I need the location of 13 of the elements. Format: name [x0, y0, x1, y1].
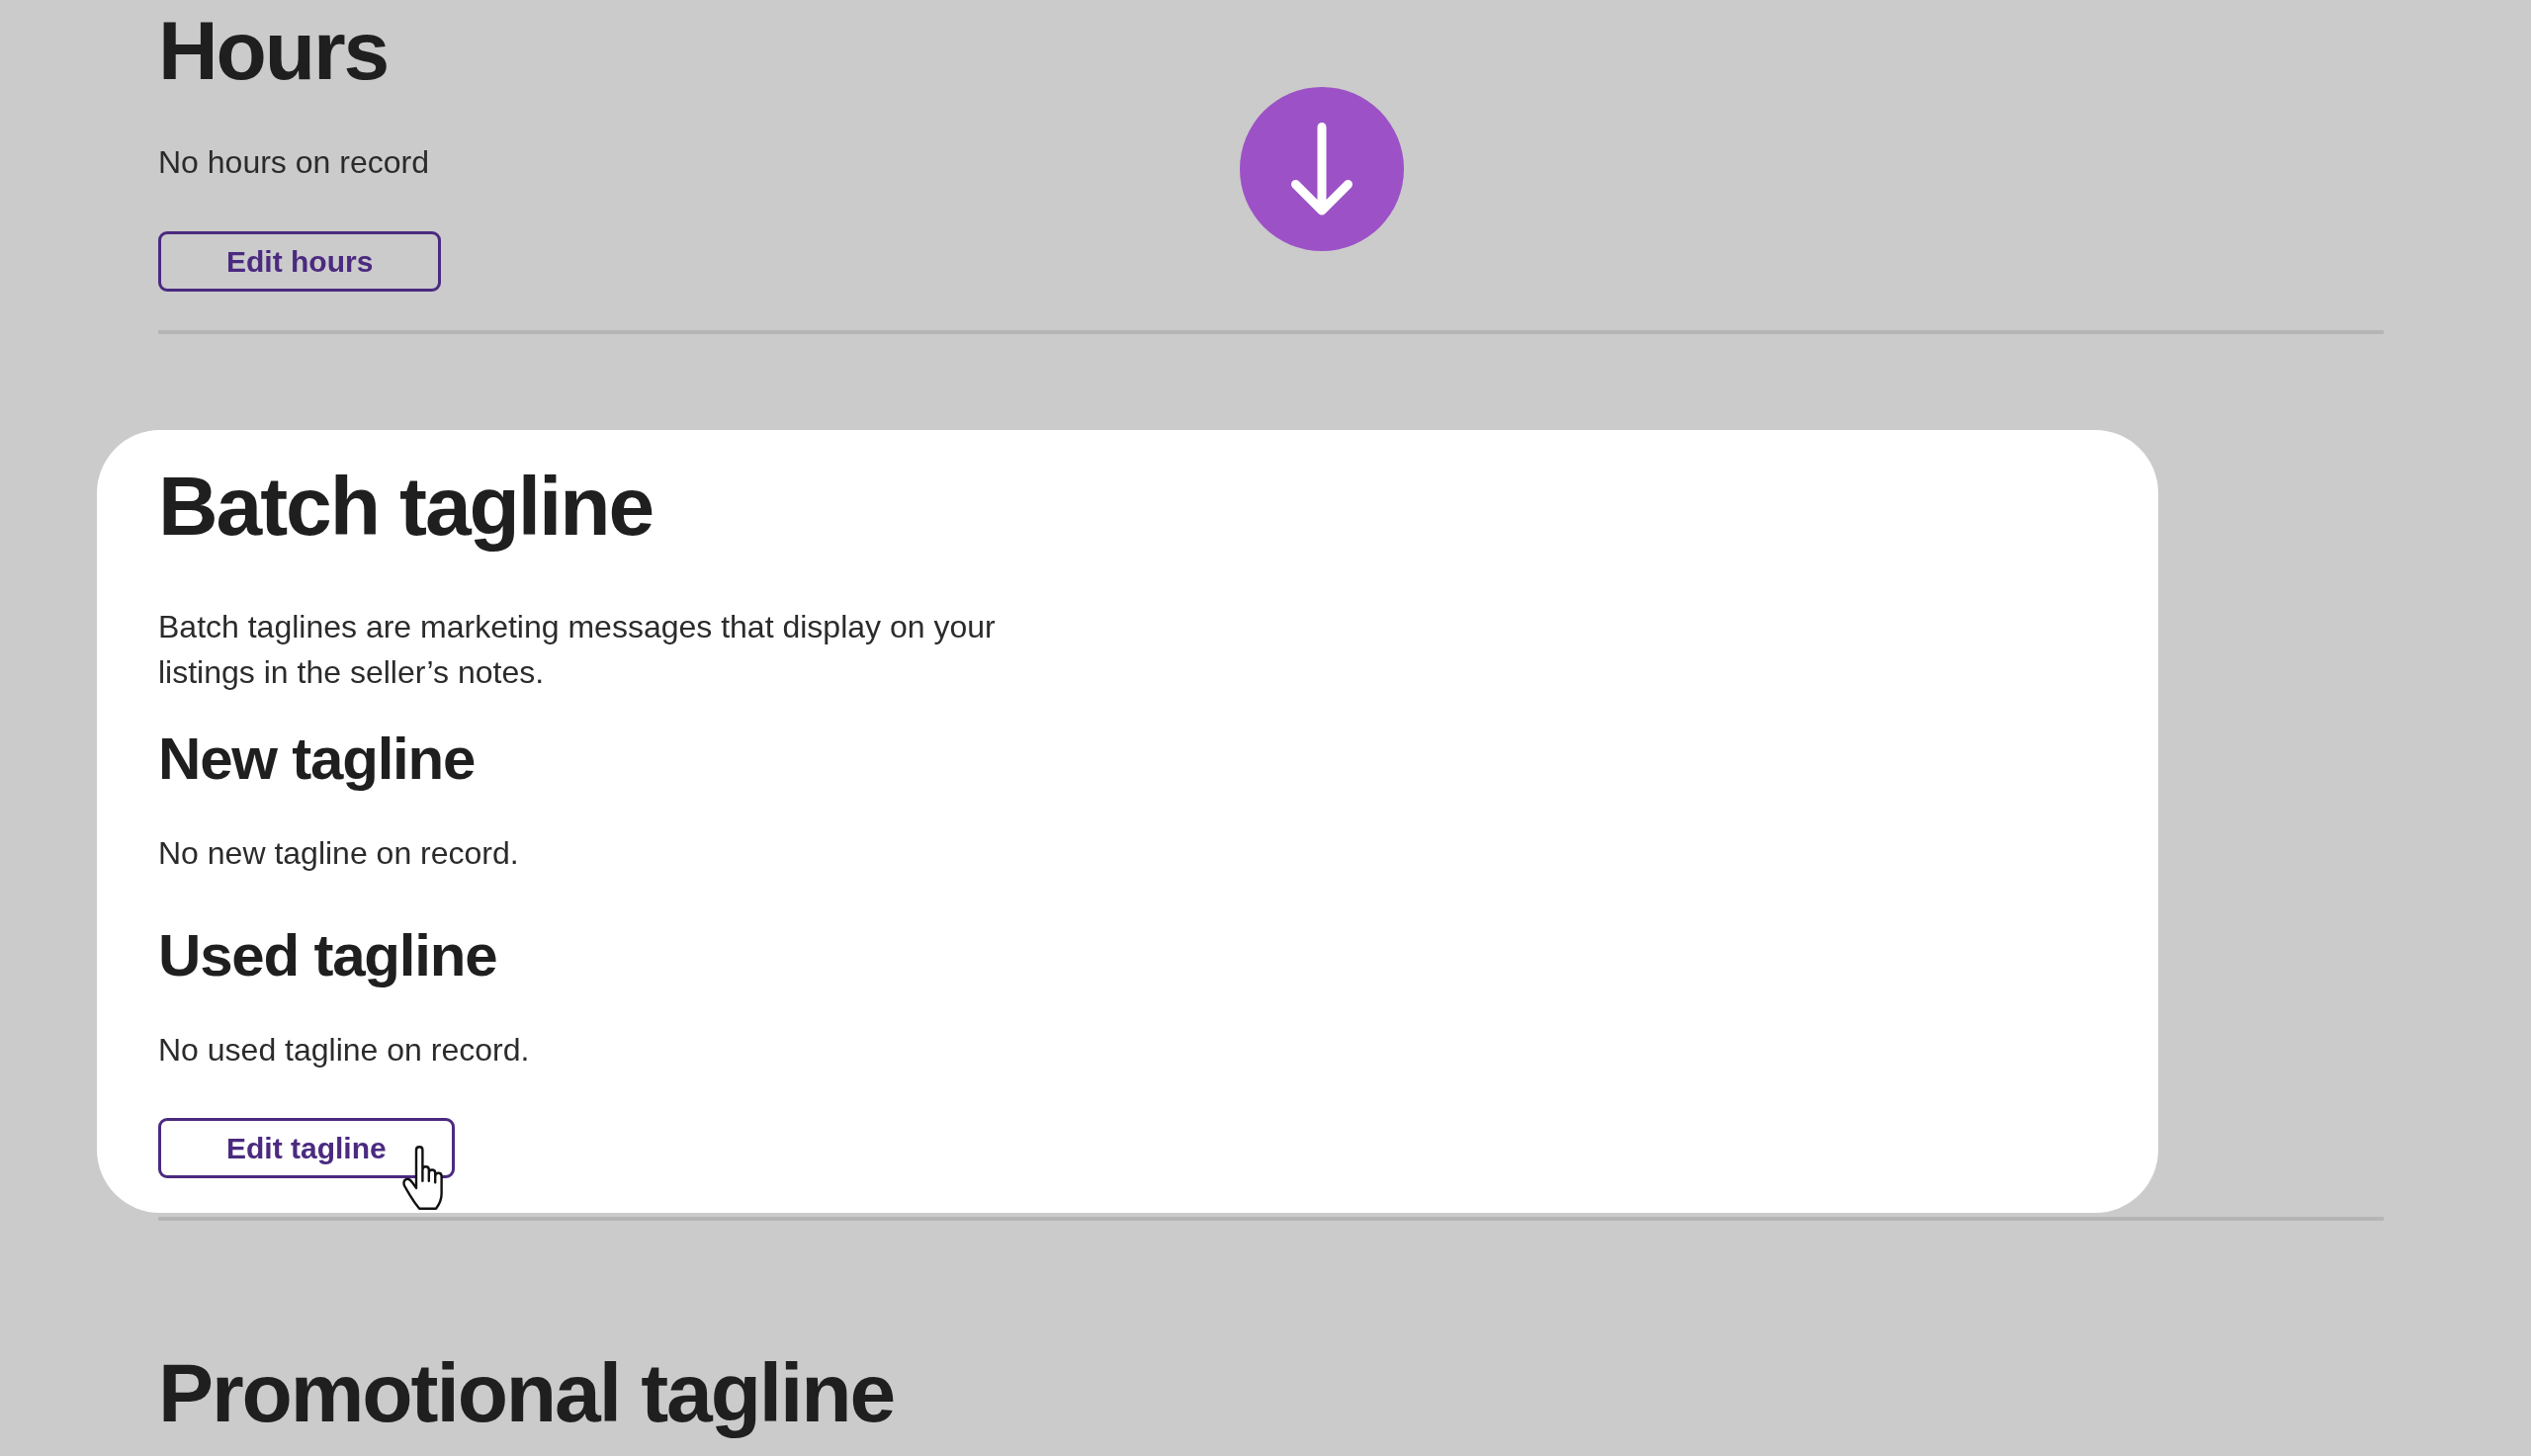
- empty-state-text: No new tagline on record.: [158, 834, 519, 874]
- section-description: Batch taglines are marketing messages that display on your listings in the seller’s notes.: [158, 608, 997, 693]
- section-heading: Hours: [158, 3, 389, 99]
- section-heading: Promotional tagline: [158, 1345, 895, 1441]
- subsection-heading: Used tagline: [158, 923, 497, 989]
- section-heading: Batch tagline: [158, 458, 654, 555]
- empty-state-text: No hours on record: [158, 142, 429, 182]
- hand-cursor-icon: [400, 1146, 443, 1211]
- edit-button[interactable]: Edit tagline: [158, 1118, 455, 1179]
- edit-button[interactable]: Edit hours: [158, 230, 442, 292]
- arrow-down-icon: [1291, 123, 1353, 215]
- empty-state-text: No used tagline on record.: [158, 1031, 530, 1071]
- subsection-heading: New tagline: [158, 727, 476, 793]
